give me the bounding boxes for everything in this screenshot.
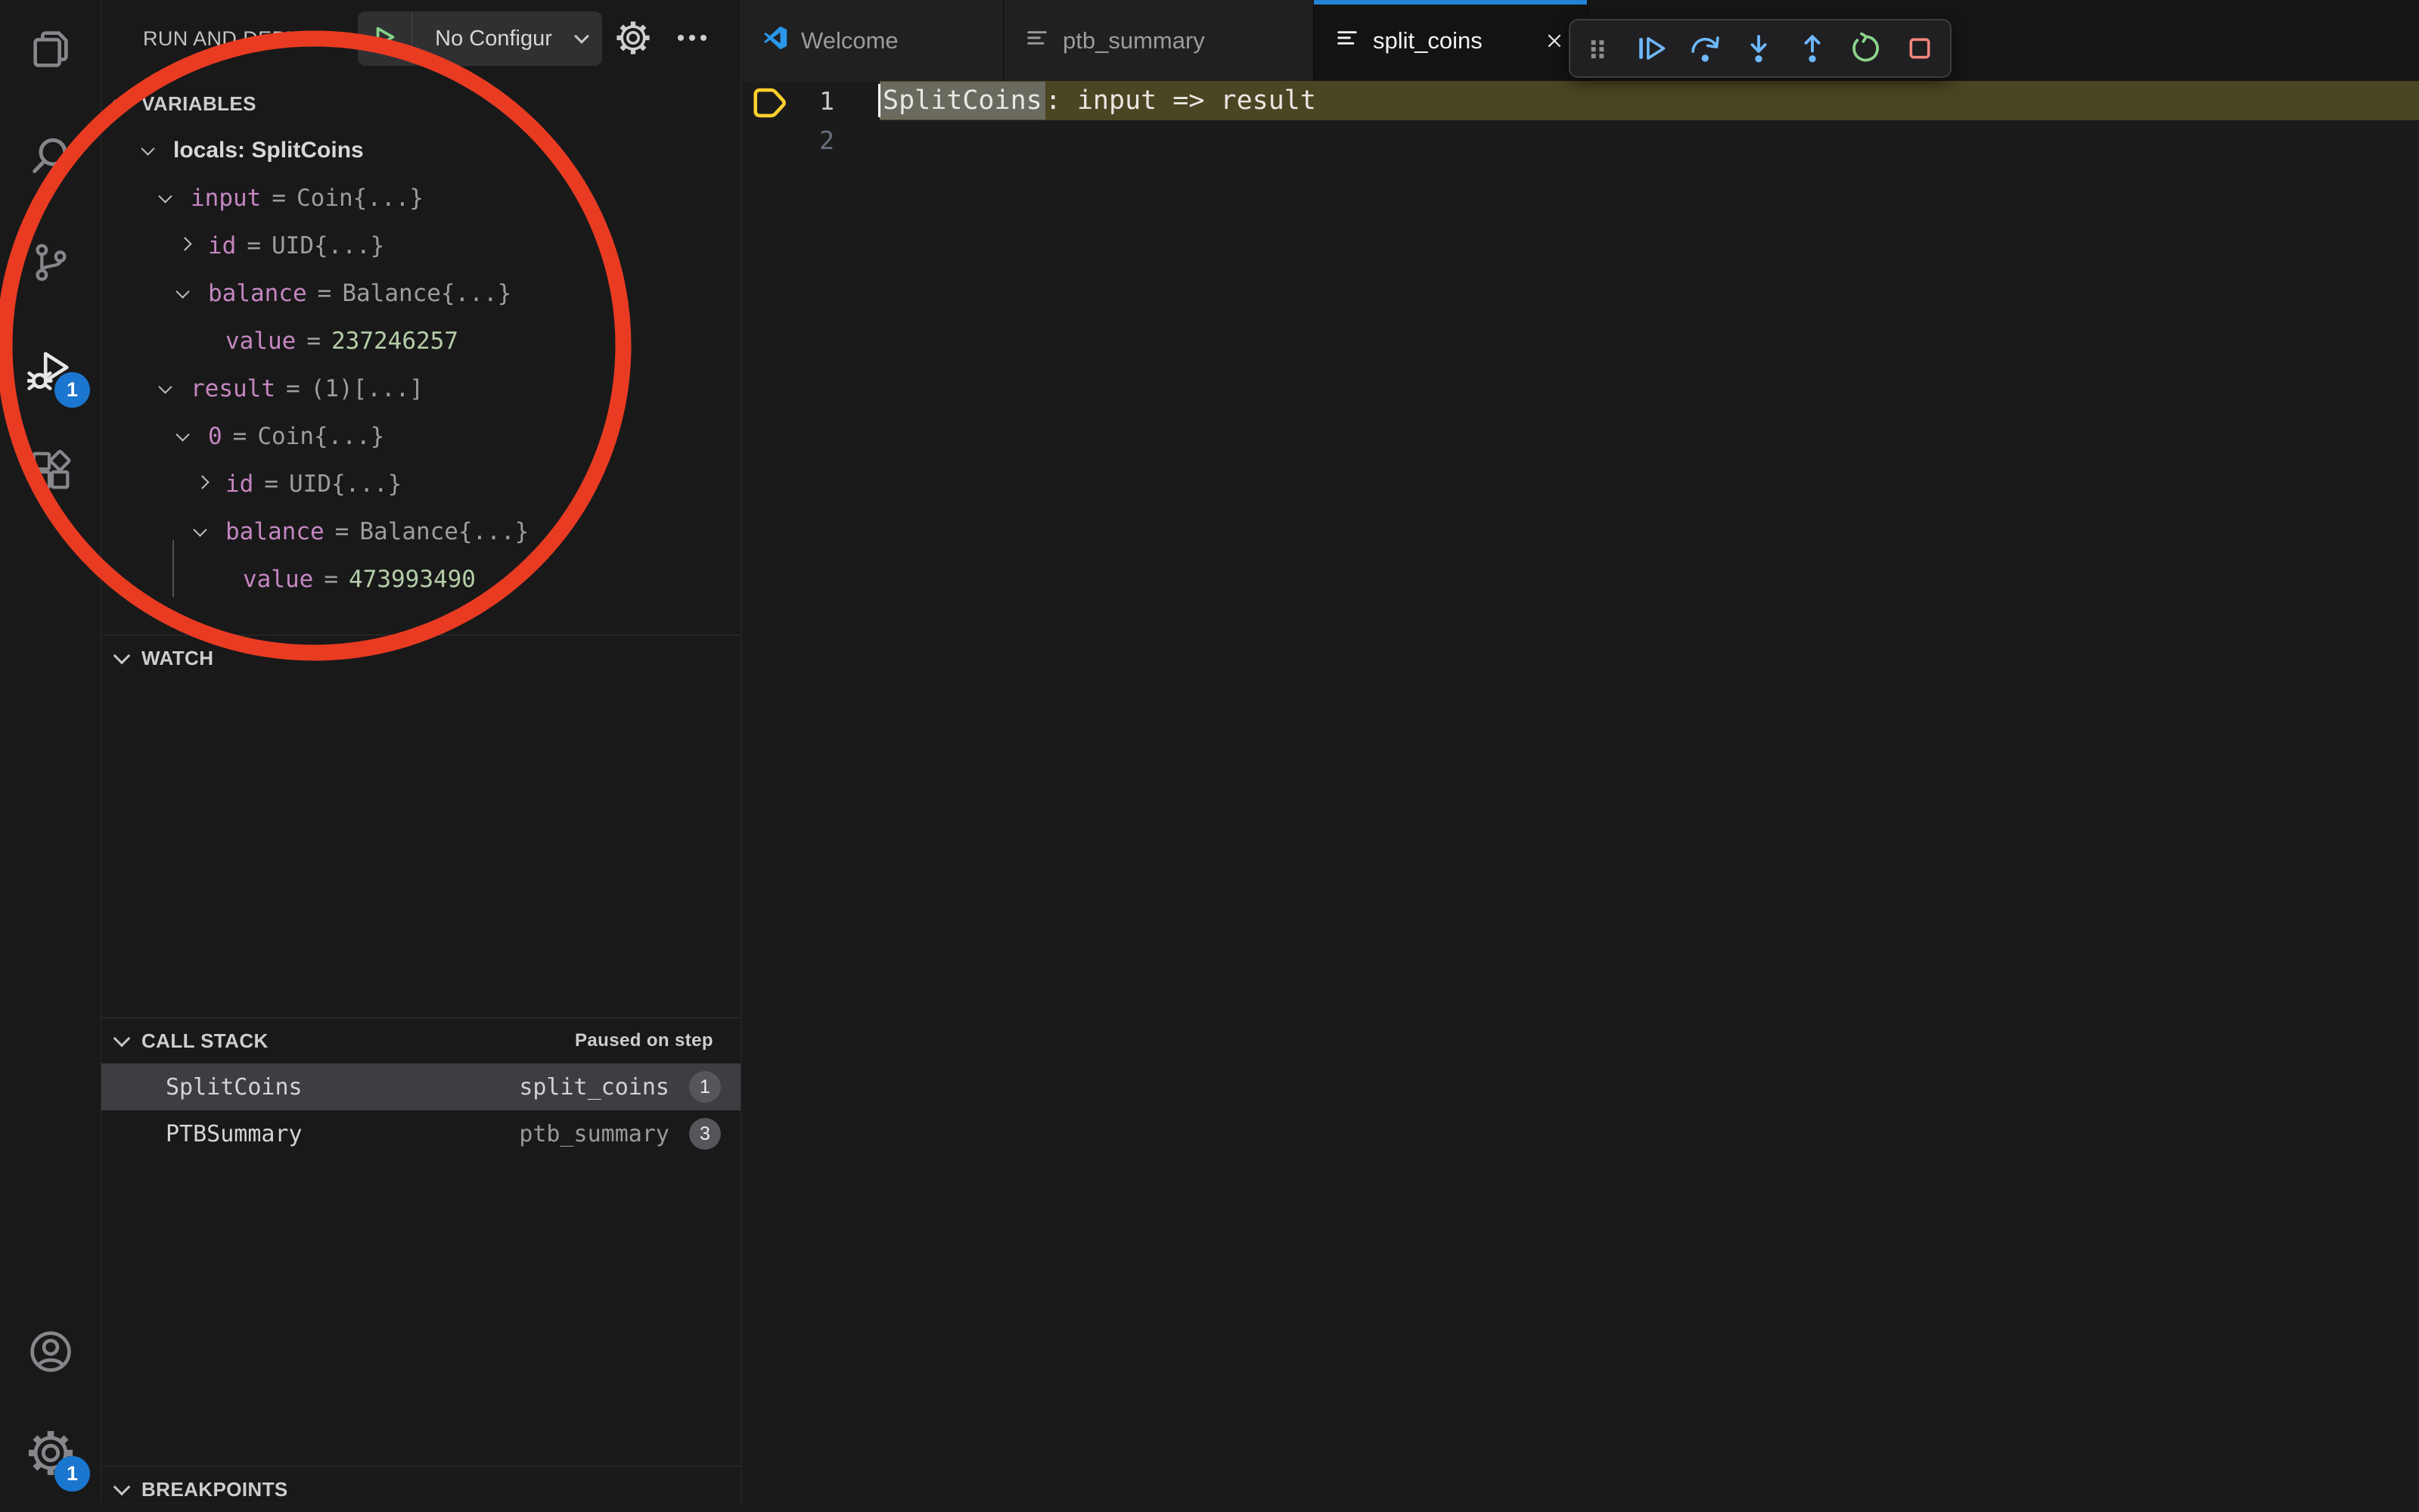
- file-list-icon: [1334, 24, 1361, 57]
- step-over-button[interactable]: [1678, 20, 1731, 76]
- launch-config-dropdown[interactable]: No Configur: [358, 11, 602, 66]
- settings-badge: 1: [54, 1456, 90, 1492]
- tab-welcome[interactable]: Welcome: [742, 0, 1004, 82]
- sidebar-item-run-and-debug[interactable]: 1: [0, 329, 101, 412]
- gear-icon: [616, 20, 651, 59]
- chevron-down-icon: [574, 29, 589, 44]
- section-label: VARIABLES: [141, 92, 256, 116]
- continue-button[interactable]: [1624, 20, 1678, 76]
- play-icon: [372, 24, 398, 54]
- call-stack-frame[interactable]: SplitCoins split_coins 1: [101, 1063, 741, 1110]
- breakpoints-section: BREAKPOINTS: [101, 1466, 741, 1512]
- variable-row[interactable]: value = 237246257: [101, 317, 741, 365]
- activity-bar: 1 1: [0, 0, 101, 1502]
- variables-header[interactable]: VARIABLES: [101, 81, 741, 126]
- panel-title: RUN AND DEBUG: [143, 27, 317, 51]
- call-stack-section: CALL STACK Paused on step SplitCoins spl…: [101, 1017, 741, 1157]
- chevron-down-icon: [113, 1030, 131, 1048]
- tab-label: split_coins: [1373, 27, 1483, 54]
- tab-label: ptb_summary: [1063, 27, 1205, 54]
- chevron-down-icon[interactable]: [158, 380, 172, 393]
- frame-badge: 1: [689, 1071, 721, 1103]
- variables-section: VARIABLES locals: SplitCoins input = Coi…: [101, 81, 741, 603]
- selected-symbol: SplitCoins: [880, 82, 1045, 120]
- sidebar-item-source-control[interactable]: [0, 222, 101, 306]
- chevron-right-icon[interactable]: [178, 237, 191, 250]
- vscode-logo-icon: [762, 24, 789, 57]
- variable-row[interactable]: result = (1)[...]: [101, 365, 741, 412]
- line-number[interactable]: 1: [742, 86, 834, 116]
- debug-badge: 1: [54, 372, 90, 408]
- section-label: BREAKPOINTS: [141, 1478, 288, 1501]
- chevron-down-icon: [113, 647, 131, 665]
- editor-group: Welcome ptb_summary split_coins 1 2 Spli…: [742, 0, 2419, 1502]
- chevron-right-icon[interactable]: [195, 475, 209, 489]
- ellipsis-icon: [674, 20, 710, 60]
- toolbar-drag-handle[interactable]: [1570, 20, 1624, 76]
- more-actions-button[interactable]: [666, 15, 719, 64]
- search-icon: [27, 132, 74, 183]
- variable-row[interactable]: 0 = Coin{...}: [101, 412, 741, 460]
- section-label: CALL STACK: [141, 1029, 269, 1053]
- chevron-down-icon[interactable]: [141, 141, 154, 155]
- text-cursor: [878, 84, 880, 117]
- tab-split-coins[interactable]: split_coins: [1314, 0, 1588, 82]
- account-button[interactable]: [0, 1312, 101, 1395]
- watch-header[interactable]: WATCH: [101, 635, 741, 681]
- tab-label: Welcome: [801, 27, 899, 54]
- sidebar-item-explorer[interactable]: [0, 9, 101, 92]
- extensions-icon: [27, 447, 74, 498]
- run-and-debug-panel: RUN AND DEBUG No Configur VARIABLES loca…: [101, 0, 741, 1502]
- chevron-down-icon: [113, 93, 131, 110]
- config-label: No Configur: [412, 26, 575, 51]
- chevron-down-icon[interactable]: [193, 523, 206, 536]
- code-text: : input => result: [1045, 85, 1316, 116]
- pause-status: Paused on step: [575, 1030, 713, 1051]
- variables-tree: locals: SplitCoins input = Coin{...} id …: [101, 126, 741, 603]
- step-out-button[interactable]: [1785, 20, 1839, 76]
- watch-section: WATCH: [101, 635, 741, 681]
- settings-button[interactable]: 1: [0, 1413, 101, 1496]
- source-control-icon: [27, 239, 74, 290]
- chevron-down-icon[interactable]: [158, 189, 172, 203]
- call-stack-frame[interactable]: PTBSummary ptb_summary 3: [101, 1110, 741, 1157]
- code-line[interactable]: SplitCoins: input => result: [880, 81, 1316, 120]
- account-icon: [27, 1328, 74, 1379]
- breakpoints-header[interactable]: BREAKPOINTS: [101, 1467, 741, 1512]
- file-list-icon: [1023, 24, 1051, 57]
- step-into-button[interactable]: [1731, 20, 1785, 76]
- line-number[interactable]: 2: [742, 126, 834, 155]
- chevron-down-icon[interactable]: [175, 284, 189, 298]
- restart-button[interactable]: [1839, 20, 1893, 76]
- chevron-down-icon: [113, 1479, 131, 1496]
- variable-row[interactable]: input = Coin{...}: [101, 174, 741, 222]
- sidebar-item-extensions[interactable]: [0, 430, 101, 514]
- start-debug-button[interactable]: [358, 11, 412, 66]
- stop-button[interactable]: [1893, 20, 1946, 76]
- variable-row[interactable]: balance = Balance{...}: [101, 269, 741, 317]
- variable-row[interactable]: balance = Balance{...}: [101, 508, 741, 555]
- debug-toolbar: [1569, 19, 1952, 78]
- variable-row[interactable]: id = UID{...}: [101, 222, 741, 269]
- explorer-icon: [27, 26, 74, 76]
- variable-row[interactable]: locals: SplitCoins: [101, 126, 741, 174]
- debug-settings-button[interactable]: [607, 15, 660, 64]
- close-icon[interactable]: [1542, 28, 1567, 54]
- frame-badge: 3: [689, 1118, 721, 1150]
- chevron-down-icon[interactable]: [175, 427, 189, 441]
- sidebar-item-search[interactable]: [0, 116, 101, 199]
- variable-row[interactable]: id = UID{...}: [101, 460, 741, 508]
- tab-ptb-summary[interactable]: ptb_summary: [1004, 0, 1314, 82]
- variable-row[interactable]: value = 473993490: [101, 555, 741, 603]
- call-stack-header[interactable]: CALL STACK Paused on step: [101, 1018, 741, 1063]
- section-label: WATCH: [141, 647, 213, 670]
